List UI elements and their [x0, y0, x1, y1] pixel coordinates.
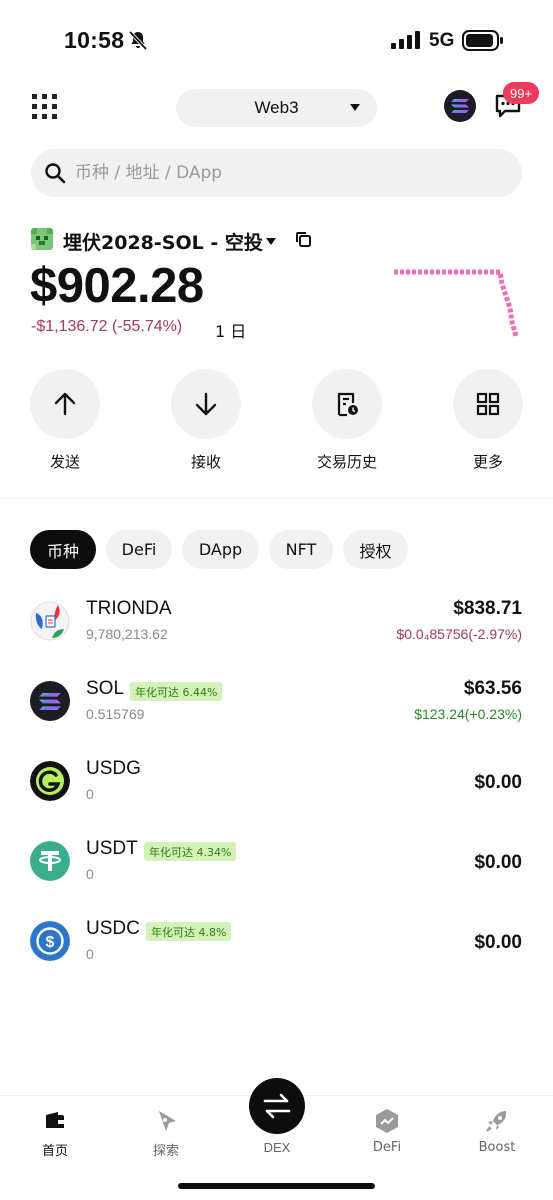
more-label: 更多 — [472, 453, 503, 471]
status-time: 10:58 — [64, 27, 125, 53]
asset-row-trionda[interactable]: TRIONDA 9,780,213.62 $838.71 $0.0₄85756(… — [0, 589, 553, 669]
send-circle[interactable] — [30, 369, 100, 439]
asset-amount: 0 — [86, 786, 94, 802]
asset-name: USDG — [86, 758, 141, 779]
more-button[interactable]: 更多 — [443, 369, 533, 472]
solana-account-icon[interactable] — [444, 90, 476, 122]
asset-amount: 0 — [86, 946, 94, 962]
apr-badge[interactable]: 年化可达 4.8% — [146, 922, 232, 941]
nav-boost[interactable]: Boost — [457, 1108, 537, 1155]
wallet-name[interactable]: 埋伏2028-SOL - 空投 — [63, 228, 263, 255]
history-circle[interactable] — [312, 369, 382, 439]
arrow-down-icon — [195, 392, 217, 416]
battery-icon — [462, 30, 503, 51]
nav-label: 首页 — [41, 1144, 68, 1159]
asset-amount: 9,780,213.62 — [86, 626, 168, 642]
nav-label: DeFi — [372, 1140, 402, 1155]
asset-row-usdc[interactable]: $ USDC 年化可达 4.8% 0 $0.00 — [0, 909, 553, 989]
usdc-icon: $ — [30, 921, 70, 961]
svg-text:$: $ — [46, 934, 55, 951]
tab-dapp[interactable]: DApp — [182, 530, 259, 569]
asset-value: $0.00 — [474, 852, 522, 873]
tab-nft[interactable]: NFT — [269, 530, 333, 569]
notification-badge: 99+ — [503, 82, 539, 104]
wallet-icon — [46, 1112, 64, 1128]
asset-value: $0.00 — [474, 932, 522, 953]
asset-name: SOL — [86, 678, 125, 699]
search-input[interactable] — [75, 149, 495, 197]
nav-explore[interactable]: 探索 — [126, 1108, 206, 1159]
status-bar: 10:58 5G — [0, 0, 553, 80]
asset-change: $123.24(+0.23%) — [414, 706, 522, 722]
pnl-change: -$1,136.72 (-55.74%) — [31, 318, 183, 335]
search-icon — [45, 163, 66, 184]
history-button[interactable]: 交易历史 — [302, 369, 392, 472]
send-label: 发送 — [49, 453, 80, 471]
asset-row-usdg[interactable]: USDG 0 $0.00 — [0, 749, 553, 829]
send-button[interactable]: 发送 — [20, 369, 110, 472]
tab-defi[interactable]: DeFi — [106, 530, 172, 569]
asset-row-usdt[interactable]: USDT 年化可达 4.34% 0 $0.00 — [0, 829, 553, 909]
asset-change: $0.0₄85756(-2.97%) — [396, 626, 522, 642]
network-switch[interactable]: Web3 — [176, 89, 377, 127]
receive-label: 接收 — [190, 453, 221, 471]
receive-button[interactable]: 接收 — [161, 369, 251, 472]
solana-icon — [30, 681, 70, 721]
asset-name: TRIONDA — [86, 598, 172, 619]
tab-approvals[interactable]: 授权 — [343, 530, 408, 569]
copy-icon[interactable] — [295, 231, 312, 248]
tab-tokens[interactable]: 币种 — [30, 530, 96, 569]
asset-value: $63.56 — [463, 678, 522, 699]
apr-badge[interactable]: 年化可达 4.34% — [144, 842, 237, 861]
asset-name: USDC — [86, 918, 140, 939]
asset-amount: 0.515769 — [86, 706, 145, 722]
history-icon — [337, 392, 358, 417]
grid-menu-icon[interactable] — [32, 94, 58, 120]
rocket-icon — [486, 1111, 507, 1132]
nav-home[interactable]: 首页 — [15, 1108, 95, 1159]
asset-value: $838.71 — [453, 598, 522, 619]
chevron-down-icon — [350, 104, 360, 111]
balance-sparkline — [394, 269, 519, 337]
grid-icon — [476, 392, 500, 416]
more-circle[interactable] — [453, 369, 523, 439]
bell-muted-icon — [128, 30, 148, 51]
network-switch-label: Web3 — [254, 98, 299, 117]
dex-label: DEX — [263, 1140, 291, 1155]
section-divider — [0, 498, 553, 499]
asset-name: USDT — [86, 838, 138, 859]
defi-icon — [376, 1109, 398, 1133]
total-balance: $902.28 — [30, 259, 204, 313]
apr-badge[interactable]: 年化可达 6.44% — [130, 682, 223, 701]
arrow-up-icon — [54, 392, 76, 416]
nav-label: Boost — [478, 1140, 516, 1155]
period-selector[interactable]: 1 日 — [215, 318, 246, 342]
asset-row-sol[interactable]: SOL 年化可达 6.44% 0.515769 $63.56 $123.24(+… — [0, 669, 553, 749]
signal-icon — [391, 31, 420, 49]
history-label: 交易历史 — [316, 453, 377, 471]
home-indicator[interactable] — [178, 1183, 375, 1189]
compass-icon — [159, 1111, 176, 1131]
search-bar[interactable] — [31, 149, 522, 197]
trionda-ball-icon — [30, 601, 70, 641]
asset-value: $0.00 — [474, 772, 522, 793]
nav-label: 探索 — [152, 1144, 179, 1159]
receive-circle[interactable] — [171, 369, 241, 439]
tether-icon — [30, 841, 70, 881]
usdg-icon — [30, 761, 70, 801]
network-type: 5G — [429, 30, 455, 51]
nav-defi[interactable]: DeFi — [347, 1108, 427, 1155]
wallet-avatar — [31, 228, 53, 250]
asset-amount: 0 — [86, 866, 94, 882]
dex-button[interactable] — [249, 1078, 305, 1134]
wallet-caret-icon[interactable] — [266, 238, 276, 245]
swap-icon — [263, 1093, 291, 1119]
